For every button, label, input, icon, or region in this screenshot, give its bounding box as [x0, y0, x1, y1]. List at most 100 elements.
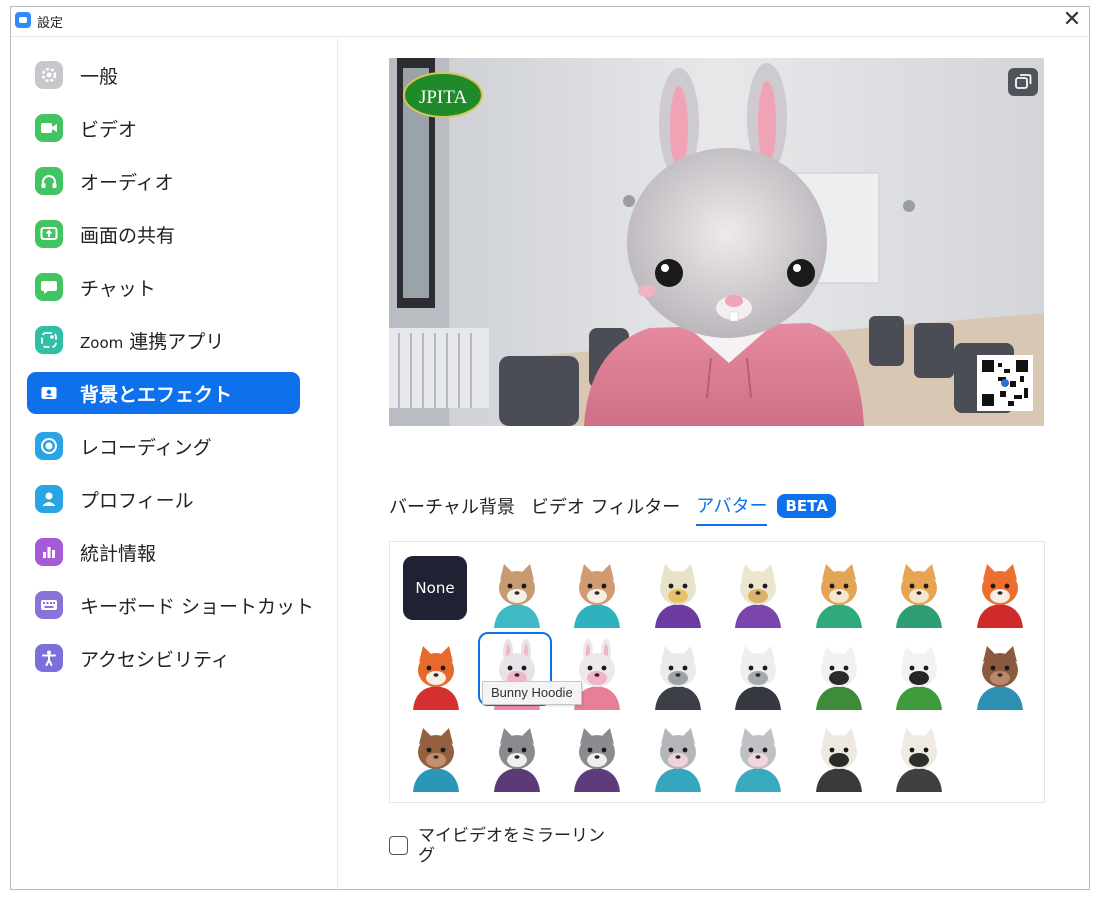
avatar-cat-gray-teal[interactable]: [645, 720, 711, 792]
avatar-cow-purple-icon: [654, 564, 701, 628]
avatar-cat-gray-teal-2[interactable]: [725, 720, 791, 792]
share-screen-icon: [35, 220, 63, 248]
sidebar-item-keyboard-shortcuts[interactable]: キーボード ショートカット: [27, 584, 314, 626]
record-icon: [35, 432, 63, 460]
logo-text: JPITA: [419, 87, 467, 108]
avatar-otter-teal-2-icon: [413, 728, 459, 792]
avatar-fox-red[interactable]: [967, 556, 1033, 628]
sidebar-item-screen-share[interactable]: 画面の共有: [27, 213, 300, 255]
effects-tabs: バーチャル背景 ビデオ フィルター アバター BETA: [389, 492, 836, 526]
tab-virtual-background[interactable]: バーチャル背景: [389, 493, 515, 525]
person-card-icon: [35, 379, 63, 407]
avatar-raccoon-purple-2[interactable]: [564, 720, 630, 792]
apps-icon: [35, 326, 63, 354]
mirror-video-label: マイビデオをミラーリング: [418, 826, 605, 866]
sidebar-item-label: 一般: [80, 65, 119, 88]
headphones-icon: [35, 167, 63, 195]
keyboard-icon: [35, 591, 63, 619]
avatar-raccoon-purple[interactable]: [484, 720, 550, 792]
avatar-none-button[interactable]: None: [403, 556, 469, 628]
avatar-dog-green-icon: [815, 564, 862, 628]
sidebar-item-label: 統計情報: [80, 542, 157, 565]
zoom-app-icon: [15, 12, 31, 28]
settings-window: 設定 ✕ 一般 ビデオ オーディオ 画面の共有 チャット Zoom 連携アプリ …: [10, 6, 1090, 890]
avatar-dog-green-2[interactable]: [886, 556, 952, 628]
avatar-tooltip: Bunny Hoodie: [482, 681, 582, 705]
qr-code-icon: [977, 355, 1033, 411]
avatar-otter-teal[interactable]: [967, 638, 1033, 710]
pip-toggle-icon: [1015, 74, 1032, 89]
sidebar-item-general[interactable]: 一般: [27, 54, 300, 96]
sidebar-item-label: キーボード ショートカット: [80, 595, 315, 618]
bar-chart-icon: [35, 538, 63, 566]
avatar-cat-teal-icon: [493, 564, 540, 628]
avatar-cow-black-icon: [815, 728, 862, 792]
avatar-panda-green-2[interactable]: [886, 638, 952, 710]
accessibility-icon: [35, 644, 63, 672]
avatar-cat-gray-teal-icon: [654, 728, 701, 792]
avatar-panda-green-2-icon: [896, 646, 942, 710]
avatar-polar-bear-dark[interactable]: [645, 638, 711, 710]
settings-content: JPITA バーチャル背景 ビデオ フィルター アバター BETA None B…: [339, 38, 1089, 889]
avatar-dog-green-2-icon: [896, 564, 942, 628]
avatar-fox-red-icon: [976, 564, 1023, 628]
avatar-dog-green[interactable]: [806, 556, 872, 628]
close-button[interactable]: ✕: [1059, 7, 1085, 33]
avatar-polar-bear-dark-icon: [654, 646, 701, 710]
sidebar-item-label: ビデオ: [80, 118, 138, 141]
sidebar-item-label: アクセシビリティ: [80, 648, 230, 671]
sidebar-item-label: Zoom 連携アプリ: [80, 327, 224, 354]
pip-toggle-button[interactable]: [1008, 68, 1038, 96]
avatar-fox-red-2[interactable]: [403, 638, 469, 710]
avatar-cat-teal[interactable]: [484, 556, 550, 628]
mirror-video-option: マイビデオをミラーリング: [389, 826, 618, 866]
avatar-polar-bear-dark-2-icon: [735, 646, 781, 710]
settings-sidebar: 一般 ビデオ オーディオ 画面の共有 チャット Zoom 連携アプリ 背景とエフ…: [11, 38, 338, 889]
sidebar-item-recording[interactable]: レコーディング: [27, 425, 300, 467]
sidebar-item-accessibility[interactable]: アクセシビリティ: [27, 637, 300, 679]
video-camera-icon: [35, 114, 63, 142]
sidebar-item-label: チャット: [80, 277, 156, 300]
avatar-cow-purple-2[interactable]: [725, 556, 791, 628]
window-title: 設定: [37, 16, 64, 31]
sidebar-item-label: オーディオ: [80, 171, 174, 194]
avatar-grid: None Bunny Hoodie: [389, 541, 1045, 803]
sidebar-item-background-effects[interactable]: 背景とエフェクト: [27, 372, 300, 414]
avatar-cat-gray-teal-2-icon: [735, 728, 781, 792]
beta-badge: BETA: [777, 494, 836, 518]
title-bar: 設定 ✕: [11, 7, 1089, 37]
sidebar-item-label: レコーディング: [80, 436, 212, 459]
video-preview: JPITA: [389, 58, 1044, 426]
sidebar-item-profile[interactable]: プロフィール: [27, 478, 300, 520]
avatar-none-label: None: [403, 556, 467, 620]
mirror-video-checkbox[interactable]: [389, 836, 408, 855]
sidebar-item-audio[interactable]: オーディオ: [27, 160, 300, 202]
sidebar-item-video[interactable]: ビデオ: [27, 107, 300, 149]
avatar-cow-purple[interactable]: [645, 556, 711, 628]
sidebar-item-label: プロフィール: [80, 489, 194, 512]
avatar-panda-green[interactable]: [806, 638, 872, 710]
chat-bubble-icon: [35, 273, 63, 301]
sidebar-item-chat[interactable]: チャット: [27, 266, 300, 308]
gear-icon: [35, 61, 63, 89]
tab-avatars[interactable]: アバター: [696, 492, 768, 526]
avatar-cat-teal-2[interactable]: [564, 556, 630, 628]
avatar-raccoon-purple-2-icon: [574, 728, 620, 792]
avatar-fox-red-2-icon: [413, 646, 459, 710]
sidebar-item-label-latin: Zoom: [80, 333, 124, 352]
profile-icon: [35, 485, 63, 513]
avatar-otter-teal-2[interactable]: [403, 720, 469, 792]
tab-video-filters[interactable]: ビデオ フィルター: [531, 493, 680, 525]
avatar-panda-green-icon: [815, 646, 862, 710]
sidebar-item-label-jp: 連携アプリ: [129, 330, 225, 353]
jpita-logo: JPITA: [403, 72, 483, 118]
sidebar-item-zoom-apps[interactable]: Zoom 連携アプリ: [27, 319, 300, 361]
avatar-cow-black-2[interactable]: [886, 720, 952, 792]
avatar-cow-purple-2-icon: [735, 564, 781, 628]
avatar-otter-teal-icon: [976, 646, 1023, 710]
avatar-cow-black[interactable]: [806, 720, 872, 792]
avatar-cat-teal-2-icon: [574, 564, 620, 628]
avatar-raccoon-purple-icon: [493, 728, 540, 792]
sidebar-item-statistics[interactable]: 統計情報: [27, 531, 300, 573]
avatar-polar-bear-dark-2[interactable]: [725, 638, 791, 710]
